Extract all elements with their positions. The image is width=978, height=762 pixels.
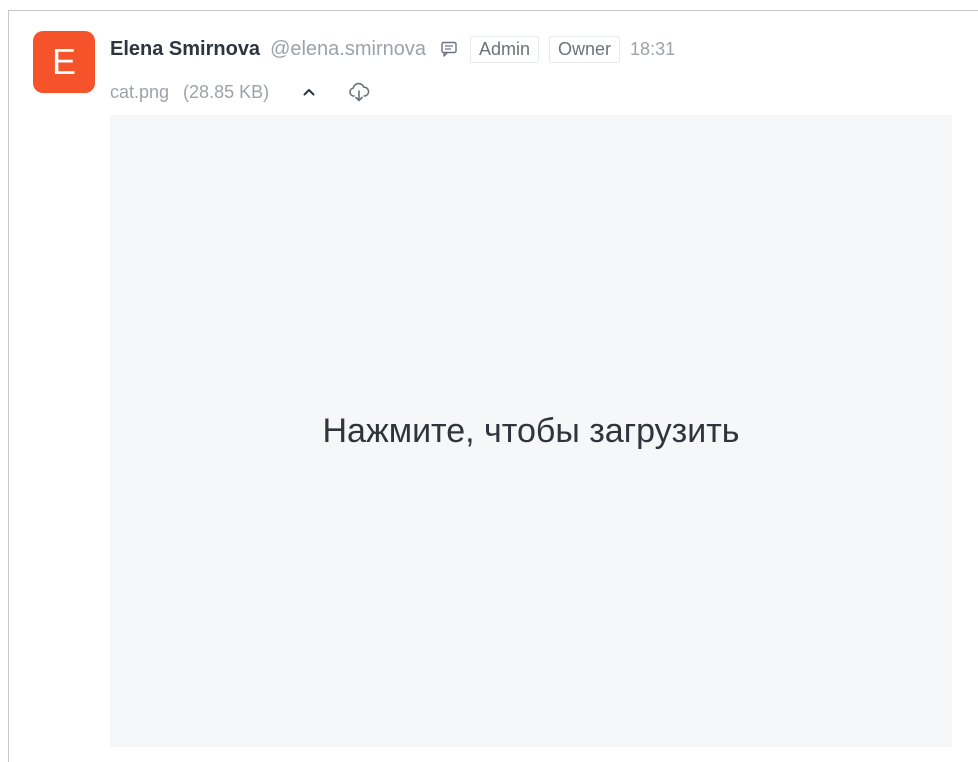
avatar[interactable]: E: [33, 31, 95, 93]
author-name[interactable]: Elena Smirnova: [110, 38, 260, 61]
attachment-file-name[interactable]: cat.png: [110, 82, 169, 103]
role-badge-admin: Admin: [470, 35, 540, 63]
message-bubble-icon: [440, 40, 458, 58]
avatar-letter: E: [51, 41, 76, 82]
message-time: 18:31: [630, 38, 676, 59]
attachment-file-size: (28.85 KB): [183, 81, 270, 102]
cloud-download-icon[interactable]: [347, 80, 371, 104]
message-container: E Elena Smirnova @elena.smirnova Admin O…: [8, 10, 978, 762]
author-username[interactable]: @elena.smirnova: [270, 38, 426, 61]
click-to-load-label: Нажмите, чтобы загрузить: [322, 411, 740, 450]
role-badge-owner: Owner: [549, 35, 621, 63]
message-header: Elena Smirnova @elena.smirnova Admin Own…: [110, 35, 675, 63]
attachment-header: cat.png (28.85 KB): [110, 77, 397, 107]
image-preview-placeholder[interactable]: Нажмите, чтобы загрузить: [110, 115, 952, 747]
chevron-up-icon[interactable]: [297, 80, 321, 104]
